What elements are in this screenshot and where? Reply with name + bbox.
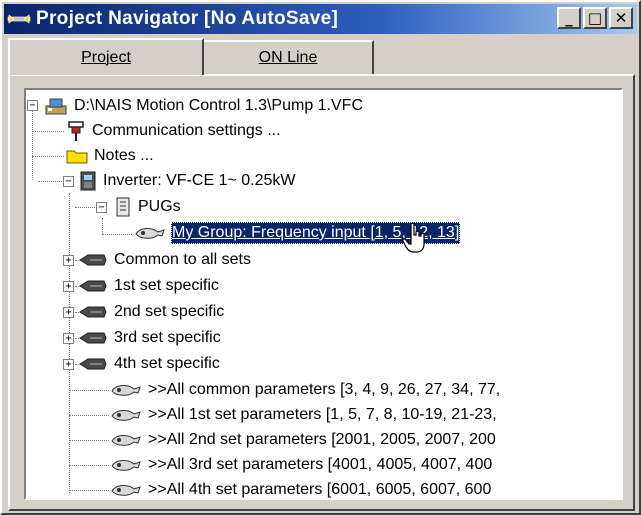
tree-line bbox=[38, 181, 64, 182]
project-tree[interactable]: − − − + + + + + D:\NAIS Motion Control 1… bbox=[24, 88, 623, 500]
tree-node-root[interactable]: D:\NAIS Motion Control 1.3\Pump 1.VFC bbox=[44, 94, 364, 118]
tree-line bbox=[69, 390, 109, 391]
tree-line bbox=[32, 131, 64, 132]
tree-line bbox=[102, 234, 132, 235]
maximize-icon: □ bbox=[587, 8, 603, 27]
tab-online[interactable]: ON Line bbox=[202, 40, 374, 74]
tree-line bbox=[102, 218, 103, 234]
tree-node-label: Notes ... bbox=[94, 147, 154, 164]
tree-node-label: >>All common parameters [3, 4, 9, 26, 27… bbox=[148, 381, 501, 398]
tree-line bbox=[69, 465, 109, 466]
tree-node-label: Inverter: VF-CE 1~ 0.25kW bbox=[103, 172, 296, 189]
tree-node-set[interactable]: Common to all sets bbox=[78, 248, 252, 272]
parameter-group-icon bbox=[110, 481, 142, 498]
parameter-group-icon bbox=[110, 406, 142, 424]
tree-line bbox=[69, 490, 109, 491]
tree-node-label: Common to all sets bbox=[114, 251, 251, 268]
set-icon bbox=[78, 252, 108, 268]
set-icon bbox=[78, 356, 108, 372]
tree-node-label: 4th set specific bbox=[114, 355, 220, 372]
tree-line bbox=[32, 156, 64, 157]
tab-online-label: ON Line bbox=[258, 49, 318, 66]
tree-node-all-parameters[interactable]: >>All 3rd set parameters [4001, 4005, 40… bbox=[110, 453, 493, 477]
tree-node-set[interactable]: 4th set specific bbox=[78, 352, 221, 376]
collapse-toggle[interactable]: − bbox=[63, 176, 74, 187]
tree-node-label: Communication settings ... bbox=[92, 122, 281, 139]
tree-line bbox=[75, 207, 97, 208]
tree-node-label: 3rd set specific bbox=[114, 329, 221, 346]
tree-node-set[interactable]: 3rd set specific bbox=[78, 326, 222, 350]
tree-node-label: >>All 3rd set parameters [4001, 4005, 40… bbox=[148, 456, 493, 473]
tree-node-label: 2nd set specific bbox=[114, 303, 225, 320]
tree-node-all-parameters[interactable]: >>All 2nd set parameters [2001, 2005, 20… bbox=[110, 428, 497, 452]
set-icon bbox=[78, 278, 108, 294]
collapse-toggle[interactable]: − bbox=[96, 202, 107, 213]
tree-node-set[interactable]: 1st set specific bbox=[78, 274, 220, 298]
window-controls: _ □ ✕ bbox=[557, 7, 633, 29]
app-icon bbox=[4, 5, 34, 33]
tree-node-label: >>All 4th set parameters [6001, 6005, 60… bbox=[148, 481, 492, 498]
parameter-group-icon bbox=[110, 431, 142, 449]
project-icon bbox=[44, 95, 68, 117]
folder-icon bbox=[66, 147, 88, 165]
tab-project[interactable]: Project bbox=[8, 38, 204, 75]
set-icon bbox=[78, 304, 108, 320]
tree-line bbox=[69, 440, 109, 441]
project-navigator-window: Project Navigator [No AutoSave] _ □ ✕ Pr… bbox=[0, 0, 641, 515]
parameter-group-icon bbox=[110, 381, 142, 399]
expand-toggle[interactable]: + bbox=[63, 333, 74, 344]
tree-node-label: PUGs bbox=[138, 198, 181, 215]
tree-node-communication[interactable]: Communication settings ... bbox=[66, 119, 282, 143]
maximize-button[interactable]: □ bbox=[583, 7, 607, 29]
close-button[interactable]: ✕ bbox=[609, 7, 633, 29]
tree-node-label: 1st set specific bbox=[114, 277, 219, 294]
tree-node-label: >>All 2nd set parameters [2001, 2005, 20… bbox=[148, 431, 496, 448]
plug-icon bbox=[66, 120, 86, 142]
tree-node-label: D:\NAIS Motion Control 1.3\Pump 1.VFC bbox=[74, 97, 363, 114]
parameter-group-icon bbox=[110, 456, 142, 474]
expand-toggle[interactable]: + bbox=[63, 307, 74, 318]
set-icon bbox=[78, 330, 108, 346]
hand-cursor-icon bbox=[402, 222, 428, 259]
tab-strip: Project ON Line bbox=[8, 38, 633, 75]
tree-node-all-parameters[interactable]: >>All common parameters [3, 4, 9, 26, 27… bbox=[110, 378, 501, 402]
expand-toggle[interactable]: + bbox=[63, 359, 74, 370]
tree-node-inverter[interactable]: Inverter: VF-CE 1~ 0.25kW bbox=[79, 169, 297, 193]
minimize-button[interactable]: _ bbox=[557, 7, 581, 29]
tree-line bbox=[69, 415, 109, 416]
tree-node-all-parameters[interactable]: >>All 1st set parameters [1, 5, 7, 8, 10… bbox=[110, 403, 498, 427]
tree-node-pugs[interactable]: PUGs bbox=[114, 195, 182, 219]
tree-node-notes[interactable]: Notes ... bbox=[66, 144, 155, 168]
tree-node-set[interactable]: 2nd set specific bbox=[78, 300, 225, 324]
expand-toggle[interactable]: + bbox=[63, 255, 74, 266]
tree-node-label: >>All 1st set parameters [1, 5, 7, 8, 10… bbox=[148, 406, 497, 423]
collapse-toggle[interactable]: − bbox=[27, 100, 38, 111]
title-bar[interactable]: Project Navigator [No AutoSave] _ □ ✕ bbox=[4, 4, 637, 34]
window-title: Project Navigator [No AutoSave] bbox=[36, 8, 339, 29]
project-panel: − − − + + + + + D:\NAIS Motion Control 1… bbox=[8, 74, 635, 511]
inverter-icon bbox=[79, 170, 97, 192]
pug-icon bbox=[114, 196, 132, 218]
tree-node-all-parameters[interactable]: >>All 4th set parameters [6001, 6005, 60… bbox=[110, 478, 492, 498]
close-icon: ✕ bbox=[614, 8, 628, 27]
parameter-group-icon bbox=[134, 224, 166, 242]
expand-toggle[interactable]: + bbox=[63, 281, 74, 292]
tree-line bbox=[32, 110, 33, 180]
minimize-icon: _ bbox=[565, 8, 573, 27]
tab-project-label: Project bbox=[81, 48, 131, 66]
